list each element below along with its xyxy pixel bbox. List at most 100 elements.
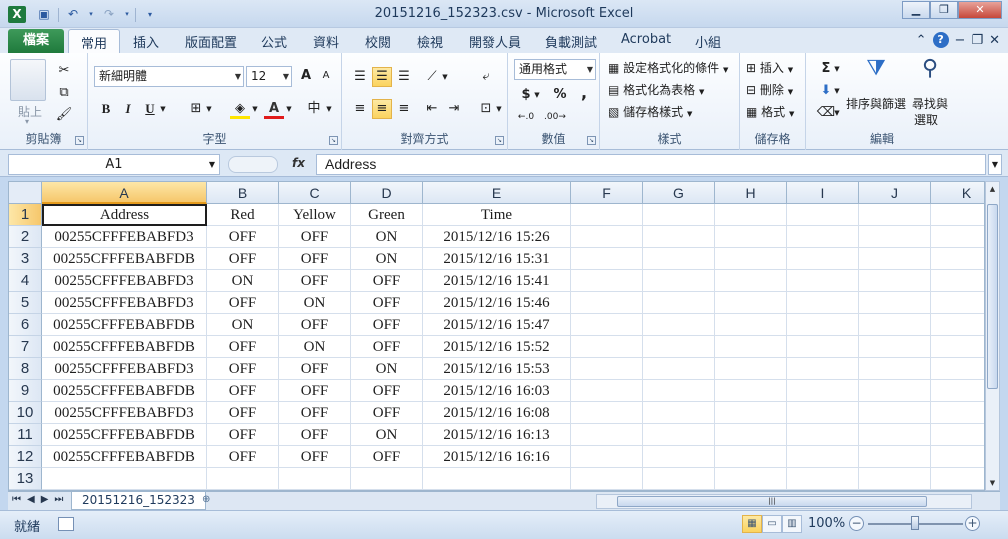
cell[interactable]: 2015/12/16 15:26 [423,226,571,248]
cell[interactable] [931,226,984,248]
sort-filter-icon[interactable]: ⧩ [862,58,890,87]
cell[interactable]: OFF [279,226,351,248]
cell[interactable]: 00255CFFFEBABFDB [42,314,207,336]
align-top-icon[interactable]: ☰ [350,67,370,87]
copy-icon[interactable]: ⧉ [54,83,74,103]
grow-font-button[interactable]: A [296,66,316,86]
cell[interactable] [931,402,984,424]
cell[interactable] [715,248,787,270]
doc-restore-icon[interactable]: ❐ [971,33,983,48]
cell[interactable] [643,226,715,248]
prev-sheet-icon[interactable]: ◀ [27,494,35,505]
cell[interactable] [643,248,715,270]
cell[interactable]: Yellow [279,204,351,226]
cell[interactable] [571,314,643,336]
format-cells-button[interactable]: ▦ 格式 ▼ [746,103,794,120]
row-header[interactable]: 7 [9,336,42,358]
cell[interactable]: 00255CFFFEBABFDB [42,248,207,270]
zoom-out-button[interactable]: − [849,516,864,531]
cell[interactable]: OFF [279,270,351,292]
row-header[interactable]: 5 [9,292,42,314]
cell[interactable] [787,468,859,490]
cell[interactable]: Green [351,204,423,226]
cell-styles-button[interactable]: ▧ 儲存格樣式 ▼ [608,103,692,120]
cell[interactable]: OFF [279,380,351,402]
cell[interactable]: 00255CFFFEBABFD3 [42,270,207,292]
select-label[interactable]: 選取 [914,111,938,128]
cell[interactable] [643,314,715,336]
row-header[interactable]: 1 [9,204,42,226]
row-header[interactable]: 13 [9,468,42,490]
page-break-view-icon[interactable]: ▥ [782,515,802,533]
tab-load-test[interactable]: 負載測試 [545,32,597,51]
cell[interactable] [715,226,787,248]
cell[interactable] [643,270,715,292]
cell[interactable] [787,446,859,468]
formula-input[interactable]: Address [316,154,986,175]
cell[interactable] [643,292,715,314]
doc-minimize-icon[interactable]: − [955,33,966,48]
cell[interactable] [931,446,984,468]
row-header[interactable]: 3 [9,248,42,270]
cell[interactable]: 2015/12/16 15:47 [423,314,571,336]
cell[interactable]: 00255CFFFEBABFD3 [42,292,207,314]
cell[interactable]: OFF [207,424,279,446]
cell[interactable]: ON [207,270,279,292]
cell[interactable] [715,446,787,468]
cell[interactable]: 2015/12/16 16:03 [423,380,571,402]
tab-acrobat[interactable]: Acrobat [621,32,671,47]
cell[interactable] [787,270,859,292]
cell[interactable] [787,424,859,446]
cell[interactable] [643,336,715,358]
horizontal-scrollbar[interactable]: ||| [596,494,972,509]
wrap-text-icon[interactable]: ⤶ [476,67,496,87]
paste-label[interactable]: 貼上 [18,103,42,120]
cell[interactable] [351,468,423,490]
fill-dropdown-icon[interactable]: ▼ [832,81,842,101]
cell[interactable] [859,292,931,314]
cell[interactable] [715,204,787,226]
row-header[interactable]: 4 [9,270,42,292]
orientation-dropdown-icon[interactable]: ▼ [440,67,450,87]
cell[interactable]: OFF [207,226,279,248]
delete-cells-button[interactable]: ⊟ 刪除 ▼ [746,81,793,98]
cell[interactable]: OFF [351,402,423,424]
cell[interactable]: 00255CFFFEBABFDB [42,446,207,468]
cell[interactable] [571,402,643,424]
cell[interactable]: 00255CFFFEBABFDB [42,380,207,402]
column-header[interactable]: A [42,182,207,204]
orientation-icon[interactable]: ⟋ [422,67,442,87]
cell[interactable]: OFF [207,336,279,358]
cell[interactable] [571,336,643,358]
increase-decimal-icon[interactable]: ←.0 [516,107,536,127]
cell[interactable] [787,226,859,248]
underline-dropdown-icon[interactable]: ▼ [158,99,168,119]
cell[interactable] [643,424,715,446]
cell[interactable]: 00255CFFFEBABFD3 [42,226,207,248]
cell[interactable]: 2015/12/16 15:31 [423,248,571,270]
row-header[interactable]: 10 [9,402,42,424]
cell[interactable]: OFF [279,358,351,380]
cell[interactable] [715,380,787,402]
first-sheet-icon[interactable]: ⏮ [12,494,21,505]
cell[interactable]: ON [351,358,423,380]
normal-view-icon[interactable]: ▦ [742,515,762,533]
scroll-down-icon[interactable]: ▼ [986,476,999,490]
fill-color-dropdown-icon[interactable]: ▼ [250,99,260,119]
cell[interactable]: OFF [207,380,279,402]
cell[interactable] [715,336,787,358]
next-sheet-icon[interactable]: ▶ [41,494,49,505]
tab-formulas[interactable]: 公式 [261,32,287,51]
column-header[interactable]: H [715,182,787,204]
column-header[interactable]: K [931,182,984,204]
cell[interactable]: 2015/12/16 16:08 [423,402,571,424]
cell[interactable] [787,380,859,402]
cell[interactable] [571,358,643,380]
cell[interactable] [931,314,984,336]
minimize-ribbon-icon[interactable]: ⌃ [916,33,927,48]
cell[interactable] [859,226,931,248]
align-middle-icon[interactable]: ☰ [372,67,392,87]
bold-button[interactable]: B [96,99,116,119]
restore-button[interactable]: ❐ [930,1,958,19]
cell[interactable] [715,424,787,446]
